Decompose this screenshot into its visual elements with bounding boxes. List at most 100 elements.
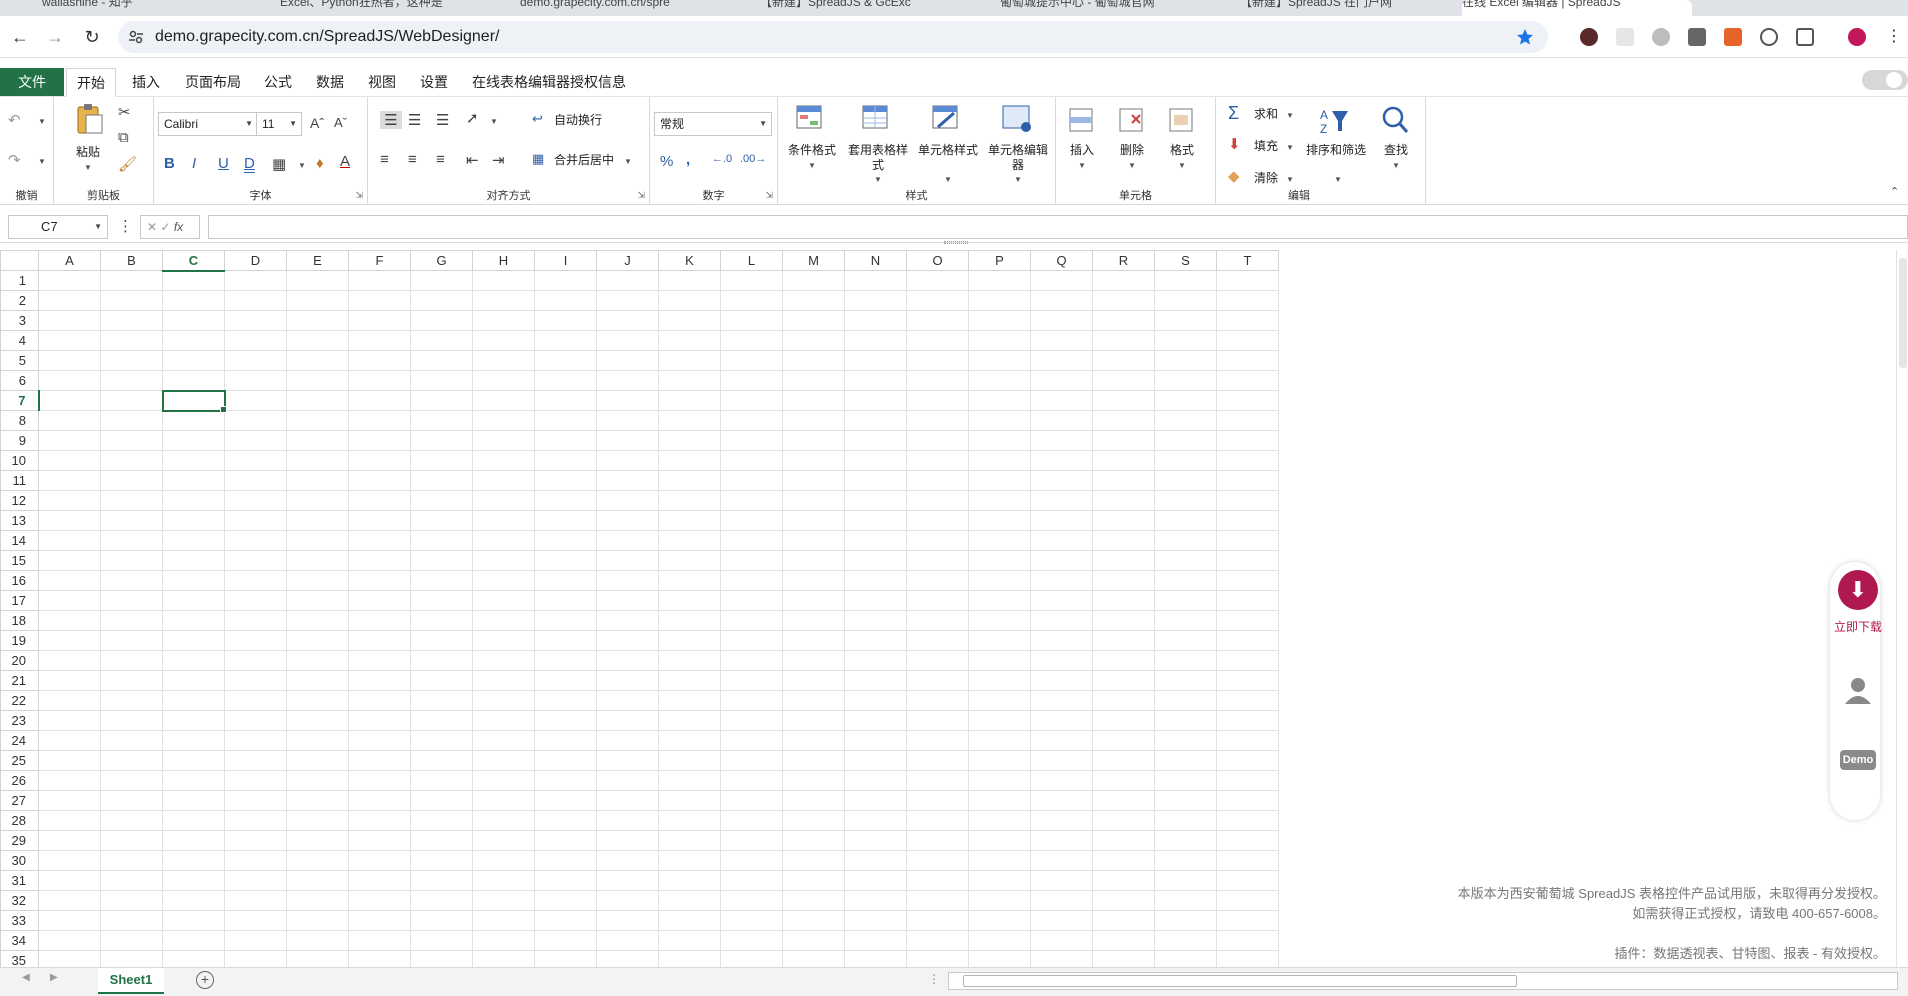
cell[interactable] (1154, 850, 1217, 871)
cell[interactable] (348, 350, 411, 371)
cell[interactable] (162, 470, 225, 491)
cell[interactable] (658, 350, 721, 371)
cell[interactable] (968, 370, 1031, 391)
cell[interactable] (224, 370, 287, 391)
align-left-icon[interactable]: ≡ (380, 151, 389, 168)
cell[interactable] (286, 430, 349, 451)
cell[interactable] (534, 470, 597, 491)
cut-icon[interactable]: ✂ (118, 103, 131, 121)
cell[interactable] (1154, 410, 1217, 431)
cell[interactable] (534, 510, 597, 531)
cell[interactable] (906, 790, 969, 811)
cell[interactable] (100, 350, 163, 371)
cell[interactable] (1216, 650, 1279, 671)
row-header[interactable]: 27 (0, 790, 39, 811)
cell[interactable] (968, 710, 1031, 731)
cell[interactable] (968, 290, 1031, 311)
cell[interactable] (100, 270, 163, 291)
cell[interactable] (906, 750, 969, 771)
fx-icon[interactable]: fx (174, 220, 183, 234)
row-header[interactable]: 32 (0, 890, 39, 911)
cell[interactable] (844, 810, 907, 831)
column-header[interactable]: H (472, 250, 535, 271)
font-size-select[interactable]: 11 ▼ (256, 112, 302, 136)
cell[interactable] (410, 350, 473, 371)
cell[interactable] (906, 690, 969, 711)
cell[interactable] (720, 630, 783, 651)
chevron-down-icon[interactable]: ▼ (1128, 161, 1136, 170)
cell[interactable] (1030, 410, 1093, 431)
column-header[interactable]: F (348, 250, 411, 271)
cell[interactable] (782, 890, 845, 911)
row-header[interactable]: 1 (0, 270, 39, 291)
decrease-decimal-icon[interactable]: .00→ (740, 153, 766, 165)
fill-color-icon[interactable]: ♦ (316, 155, 324, 172)
cell[interactable] (286, 370, 349, 391)
format-button[interactable]: 格式 (1160, 143, 1204, 158)
cell[interactable] (844, 290, 907, 311)
cell[interactable] (162, 450, 225, 471)
cell[interactable] (968, 930, 1031, 951)
cell[interactable] (720, 810, 783, 831)
cell[interactable] (100, 650, 163, 671)
cell[interactable] (782, 450, 845, 471)
cell[interactable] (1092, 430, 1155, 451)
cell[interactable] (1092, 590, 1155, 611)
cell[interactable] (162, 590, 225, 611)
cell[interactable] (720, 310, 783, 331)
more-vertical-icon[interactable]: ⋮ (118, 217, 133, 235)
cell[interactable] (348, 670, 411, 691)
row-header[interactable]: 33 (0, 910, 39, 931)
cell[interactable] (1092, 510, 1155, 531)
cell[interactable] (1216, 550, 1279, 571)
cell[interactable] (968, 630, 1031, 651)
cell[interactable] (1154, 430, 1217, 451)
cell[interactable] (162, 850, 225, 871)
cell[interactable] (782, 610, 845, 631)
cell[interactable] (100, 790, 163, 811)
cell[interactable] (968, 330, 1031, 351)
cell[interactable] (1092, 490, 1155, 511)
cell[interactable] (224, 730, 287, 751)
cell[interactable] (534, 330, 597, 351)
cell[interactable] (38, 330, 101, 351)
cell[interactable] (782, 390, 845, 411)
cell[interactable] (162, 330, 225, 351)
cell[interactable] (1154, 450, 1217, 471)
chevron-down-icon[interactable]: ▼ (1286, 175, 1294, 184)
cell[interactable] (844, 470, 907, 491)
cell[interactable] (906, 370, 969, 391)
row-header[interactable]: 7 (0, 390, 40, 411)
cell[interactable] (1092, 770, 1155, 791)
cell[interactable] (658, 630, 721, 651)
cell[interactable] (782, 570, 845, 591)
cell[interactable] (658, 790, 721, 811)
row-header[interactable]: 29 (0, 830, 39, 851)
cell[interactable] (534, 730, 597, 751)
cell[interactable] (844, 590, 907, 611)
clear-button[interactable]: 清除 (1254, 171, 1278, 186)
cell[interactable] (348, 310, 411, 331)
cell[interactable] (906, 290, 969, 311)
cell[interactable] (348, 430, 411, 451)
cell[interactable] (534, 290, 597, 311)
cell[interactable] (38, 430, 101, 451)
cell[interactable] (410, 790, 473, 811)
cell[interactable] (472, 330, 535, 351)
cell[interactable] (472, 370, 535, 391)
cell[interactable] (38, 490, 101, 511)
row-header[interactable]: 24 (0, 730, 39, 751)
chevron-down-icon[interactable]: ▼ (1286, 111, 1294, 120)
browser-tab[interactable]: Excel、Python狂热者，这种是 (280, 0, 510, 16)
cell[interactable] (100, 330, 163, 351)
cell[interactable] (410, 470, 473, 491)
cell[interactable] (720, 370, 783, 391)
cell[interactable] (410, 830, 473, 851)
cell[interactable] (1092, 730, 1155, 751)
cell[interactable] (472, 630, 535, 651)
cell[interactable] (224, 270, 287, 291)
cell[interactable] (782, 490, 845, 511)
number-format-select[interactable]: 常规 ▼ (654, 112, 772, 136)
cell[interactable] (844, 750, 907, 771)
cell[interactable] (100, 550, 163, 571)
